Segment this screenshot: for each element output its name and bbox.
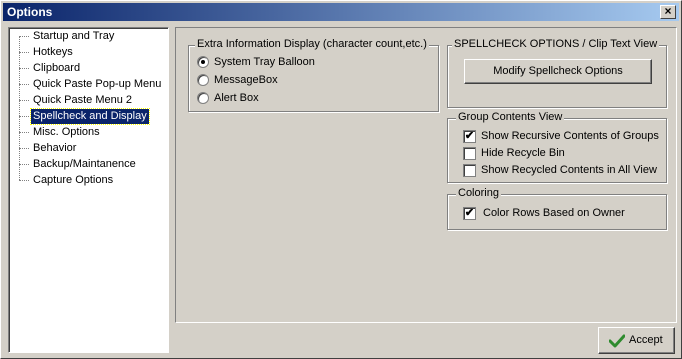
tree-branch-line — [19, 116, 29, 117]
tree-item-label: Misc. Options — [33, 126, 100, 138]
tree-item-clipboard[interactable]: Clipboard — [19, 61, 167, 76]
checkmark-icon — [609, 334, 625, 348]
checkbox-label: Hide Recycle Bin — [481, 147, 565, 159]
coloring-group-title: Coloring — [456, 187, 501, 199]
tree-item-label: Clipboard — [33, 62, 81, 74]
checkbox-icon — [463, 147, 476, 160]
tree-branch-line — [19, 132, 29, 133]
options-tree: Startup and Tray Hotkeys Clipboard Quick… — [8, 27, 169, 353]
tree-item-spellcheck-and-display[interactable]: Spellcheck and Display — [19, 108, 167, 125]
radio-button-icon — [197, 92, 209, 104]
accept-button[interactable]: Accept — [598, 327, 675, 354]
close-icon: × — [664, 4, 672, 18]
window-title: Options — [7, 5, 53, 19]
tree-item-startup-and-tray[interactable]: Startup and Tray — [19, 29, 167, 44]
tree-item-label: Quick Paste Menu 2 — [33, 94, 133, 106]
options-window: Options × Startup and Tray Hotkeys Clipb… — [0, 0, 682, 359]
tree-branch-line — [19, 36, 29, 37]
close-button[interactable]: × — [660, 5, 676, 19]
checkbox-icon: ✔ — [463, 130, 476, 143]
checkbox-label: Color Rows Based on Owner — [483, 207, 625, 219]
tree-branch-line — [19, 100, 29, 101]
radio-button-icon — [197, 74, 209, 86]
radio-label: Alert Box — [214, 92, 259, 104]
radio-label: System Tray Balloon — [214, 56, 315, 68]
checkbox-icon: ✔ — [463, 207, 476, 220]
group-contents-view-group: Group Contents View ✔ Show Recursive Con… — [447, 111, 667, 183]
tree-item-label: Capture Options — [33, 174, 114, 186]
tree-branch-line — [19, 84, 29, 85]
tree-item-label: Hotkeys — [33, 46, 73, 58]
checkbox-icon — [463, 164, 476, 177]
spellcheck-group-title: SPELLCHECK OPTIONS / Clip Text View — [452, 38, 660, 50]
tree-branch-line — [19, 68, 29, 69]
tree-item-backup-maintanence[interactable]: Backup/Maintanence — [19, 157, 167, 172]
extra-info-group-title: Extra Information Display (character cou… — [195, 38, 429, 50]
tree-item-label: Quick Paste Pop-up Menu — [33, 78, 162, 90]
tree-item-misc-options[interactable]: Misc. Options — [19, 125, 167, 140]
tree-branch-line — [19, 164, 29, 165]
accept-label: Accept — [629, 334, 663, 346]
checkbox-label: Show Recursive Contents of Groups — [481, 130, 659, 142]
tree-branch-line — [19, 148, 29, 149]
tree-item-label: Backup/Maintanence — [33, 158, 136, 170]
tree-item-label: Startup and Tray — [33, 30, 115, 42]
tree-branch-line — [19, 52, 29, 53]
tree-item-label: Spellcheck and Display — [30, 108, 150, 125]
extra-info-group: Extra Information Display (character cou… — [188, 38, 439, 112]
tree-item-quick-paste-menu-2[interactable]: Quick Paste Menu 2 — [19, 93, 167, 108]
radio-button-icon — [197, 56, 209, 68]
tree-item-capture-options[interactable]: Capture Options — [19, 173, 167, 188]
settings-panel: Extra Information Display (character cou… — [175, 27, 677, 323]
modify-spellcheck-options-button[interactable]: Modify Spellcheck Options — [464, 59, 652, 84]
tree-item-behavior[interactable]: Behavior — [19, 141, 167, 156]
tree-item-quick-paste-popup-menu[interactable]: Quick Paste Pop-up Menu — [19, 77, 167, 92]
tree-branch-line — [19, 180, 29, 181]
tree-item-hotkeys[interactable]: Hotkeys — [19, 45, 167, 60]
spellcheck-group: SPELLCHECK OPTIONS / Clip Text View Modi… — [447, 38, 667, 108]
coloring-group: Coloring ✔ Color Rows Based on Owner — [447, 187, 667, 230]
group-contents-view-title: Group Contents View — [456, 111, 565, 123]
checkbox-label: Show Recycled Contents in All View — [481, 164, 657, 176]
title-bar: Options × — [3, 3, 679, 21]
radio-label: MessageBox — [214, 74, 278, 86]
tree-item-label: Behavior — [33, 142, 77, 154]
modify-spellcheck-options-label: Modify Spellcheck Options — [493, 65, 623, 77]
